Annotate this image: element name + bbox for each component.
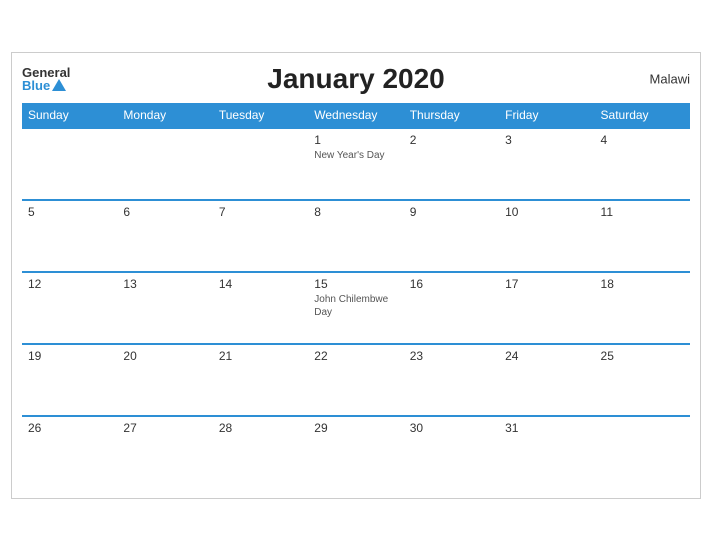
day-number: 19 (28, 349, 111, 363)
day-number: 5 (28, 205, 111, 219)
calendar-week-row: 1 New Year's Day 234 (22, 128, 690, 200)
day-number: 20 (123, 349, 206, 363)
day-number: 6 (123, 205, 206, 219)
logo-blue-text: Blue (22, 79, 50, 92)
calendar-cell: 27 (117, 416, 212, 488)
calendar-cell (117, 128, 212, 200)
calendar-cell: 29 (308, 416, 403, 488)
calendar-cell: 13 (117, 272, 212, 344)
day-number: 11 (601, 205, 684, 219)
calendar-cell: 26 (22, 416, 117, 488)
calendar-cell: 3 (499, 128, 594, 200)
calendar-cell: 30 (404, 416, 499, 488)
day-number: 27 (123, 421, 206, 435)
calendar-cell: 4 (595, 128, 690, 200)
calendar-cell: 9 (404, 200, 499, 272)
day-number: 18 (601, 277, 684, 291)
calendar-week-row: 26 27 28 29 30 31 (22, 416, 690, 488)
day-number: 25 (601, 349, 684, 363)
calendar-cell: 8 (308, 200, 403, 272)
calendar-cell: 2 (404, 128, 499, 200)
calendar-cell (595, 416, 690, 488)
day-number: 28 (219, 421, 302, 435)
day-number: 1 (314, 133, 397, 147)
day-number: 10 (505, 205, 588, 219)
calendar-cell: 5 (22, 200, 117, 272)
day-number: 13 (123, 277, 206, 291)
col-tuesday: Tuesday (213, 103, 308, 128)
calendar-cell (22, 128, 117, 200)
holiday-name: John Chilembwe Day (314, 293, 397, 319)
day-number: 8 (314, 205, 397, 219)
day-number: 21 (219, 349, 302, 363)
day-number: 26 (28, 421, 111, 435)
col-sunday: Sunday (22, 103, 117, 128)
calendar-cell: 31 (499, 416, 594, 488)
calendar-cell: 15 John Chilembwe Day (308, 272, 403, 344)
calendar-cell: 18 (595, 272, 690, 344)
logo: General Blue (22, 66, 70, 92)
calendar-cell: 17 (499, 272, 594, 344)
day-number: 15 (314, 277, 397, 291)
calendar-cell: 20 (117, 344, 212, 416)
day-number: 24 (505, 349, 588, 363)
day-number: 3 (505, 133, 588, 147)
day-number: 17 (505, 277, 588, 291)
day-number: 12 (28, 277, 111, 291)
day-number: 23 (410, 349, 493, 363)
calendar-cell (213, 128, 308, 200)
calendar-cell: 14 (213, 272, 308, 344)
calendar-cell: 11 (595, 200, 690, 272)
calendar-cell: 12 (22, 272, 117, 344)
day-number: 9 (410, 205, 493, 219)
calendar-cell: 22 (308, 344, 403, 416)
logo-triangle-icon (52, 79, 66, 91)
day-number: 31 (505, 421, 588, 435)
day-number: 14 (219, 277, 302, 291)
calendar-cell: 24 (499, 344, 594, 416)
col-monday: Monday (117, 103, 212, 128)
calendar-container: General Blue January 2020 Malawi Sunday … (11, 52, 701, 499)
calendar-table: Sunday Monday Tuesday Wednesday Thursday… (22, 103, 690, 488)
col-wednesday: Wednesday (308, 103, 403, 128)
day-number: 16 (410, 277, 493, 291)
calendar-week-row: 56789 10 11 (22, 200, 690, 272)
calendar-cell: 10 (499, 200, 594, 272)
calendar-cell: 28 (213, 416, 308, 488)
day-number: 22 (314, 349, 397, 363)
calendar-cell: 23 (404, 344, 499, 416)
day-number: 29 (314, 421, 397, 435)
country-label: Malawi (650, 71, 690, 86)
day-number: 7 (219, 205, 302, 219)
calendar-week-row: 12 13 14 15 John Chilembwe Day 16 17 18 (22, 272, 690, 344)
holiday-name: New Year's Day (314, 149, 397, 162)
calendar-cell: 1 New Year's Day (308, 128, 403, 200)
calendar-cell: 7 (213, 200, 308, 272)
calendar-cell: 21 (213, 344, 308, 416)
calendar-header: General Blue January 2020 Malawi (22, 63, 690, 95)
day-number: 30 (410, 421, 493, 435)
calendar-cell: 25 (595, 344, 690, 416)
day-number: 4 (601, 133, 684, 147)
day-number: 2 (410, 133, 493, 147)
calendar-cell: 19 (22, 344, 117, 416)
calendar-cell: 6 (117, 200, 212, 272)
col-thursday: Thursday (404, 103, 499, 128)
calendar-week-row: 19 20 21 22 23 24 25 (22, 344, 690, 416)
calendar-header-row: Sunday Monday Tuesday Wednesday Thursday… (22, 103, 690, 128)
col-friday: Friday (499, 103, 594, 128)
calendar-cell: 16 (404, 272, 499, 344)
calendar-title: January 2020 (267, 63, 444, 95)
col-saturday: Saturday (595, 103, 690, 128)
